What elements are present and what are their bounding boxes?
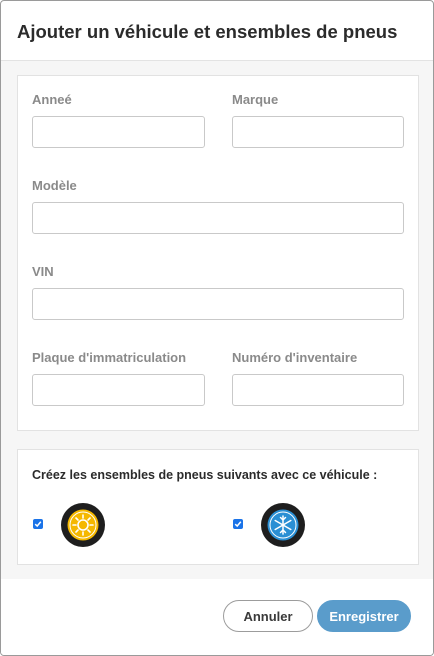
plate-input[interactable] [32,374,205,406]
cancel-button[interactable]: Annuler [223,600,313,632]
tire-sets-title: Créez les ensembles de pneus suivants av… [32,468,378,482]
summer-set-checkbox[interactable] [33,519,43,529]
dialog-header: Ajouter un véhicule et ensembles de pneu… [1,1,433,61]
plate-label: Plaque d'immatriculation [32,350,187,365]
year-label: Anneé [32,92,72,107]
dialog-footer: Annuler Enregistrer [1,579,433,655]
winter-set-checkbox[interactable] [233,519,243,529]
add-vehicle-dialog: Ajouter un véhicule et ensembles de pneu… [0,0,434,656]
year-input[interactable] [32,116,205,148]
dialog-body: Anneé Marque Modèle VIN Plaque d'immatri… [1,61,433,579]
save-button[interactable]: Enregistrer [317,600,411,632]
vin-input[interactable] [32,288,404,320]
inventory-number-label: Numéro d'inventaire [232,350,358,365]
make-input[interactable] [232,116,404,148]
dialog-title: Ajouter un véhicule et ensembles de pneu… [17,21,398,42]
make-label: Marque [232,92,279,107]
vehicle-form-panel: Anneé Marque Modèle VIN Plaque d'immatri… [17,75,419,431]
winter-tire-icon [261,503,305,547]
model-input[interactable] [32,202,404,234]
vin-label: VIN [32,264,54,279]
summer-tire-icon [61,503,105,547]
tire-sets-panel: Créez les ensembles de pneus suivants av… [17,449,419,565]
model-label: Modèle [32,178,77,193]
inventory-number-input[interactable] [232,374,404,406]
